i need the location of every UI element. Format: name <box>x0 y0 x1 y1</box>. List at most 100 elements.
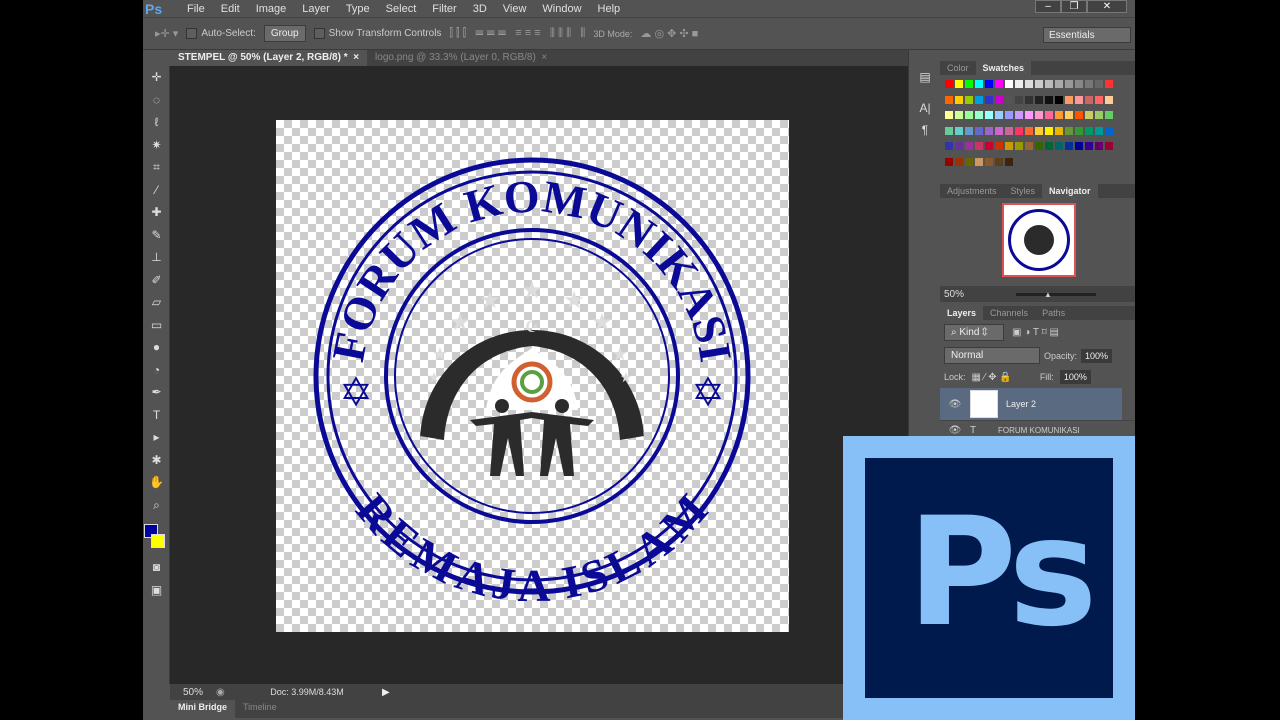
menu-help[interactable]: Help <box>590 3 629 15</box>
swatch[interactable] <box>1044 125 1054 136</box>
show-transform-checkbox[interactable]: Show Transform Controls <box>313 27 441 39</box>
swatch[interactable] <box>1064 110 1074 120</box>
tab-adjustments[interactable]: Adjustments <box>940 184 1004 198</box>
swatch[interactable] <box>1064 141 1074 151</box>
zoom-level[interactable]: 50% <box>170 687 216 698</box>
visibility-eye-icon[interactable]: 👁 <box>940 399 970 410</box>
swatch[interactable] <box>964 125 974 136</box>
swatch[interactable] <box>1104 141 1114 151</box>
swatch[interactable] <box>944 141 954 151</box>
swatch[interactable] <box>964 110 974 120</box>
swatch[interactable] <box>1034 110 1044 120</box>
marquee-tool-icon[interactable]: ◌ <box>143 89 170 112</box>
stamp-tool-icon[interactable]: ⊥ <box>143 246 170 269</box>
tab-stempel[interactable]: STEMPEL @ 50% (Layer 2, RGB/8) * × <box>170 50 368 66</box>
swatch[interactable] <box>1014 125 1024 136</box>
swatch[interactable] <box>1014 79 1024 89</box>
brush-tool-icon[interactable]: ✎ <box>143 224 170 247</box>
layer-row[interactable]: 👁 Layer 2 <box>940 388 1122 420</box>
navigator-view-box[interactable] <box>1002 203 1076 277</box>
layer-name[interactable]: Layer 2 <box>1006 399 1036 409</box>
layer-kind-filter[interactable]: ⌕ Kind ⇕ <box>944 324 1004 341</box>
swatch[interactable] <box>944 156 954 167</box>
3d-mode-icons[interactable]: ☁ ◎ ✥ ✣ ■ <box>640 27 698 40</box>
swatch[interactable] <box>974 125 984 136</box>
tab-color[interactable]: Color <box>940 61 976 75</box>
lock-icons[interactable]: ▦ ⁄ ✥ 🔒 <box>972 372 1012 383</box>
tab-logo[interactable]: logo.png @ 33.3% (Layer 0, RGB/8) × <box>367 50 555 66</box>
swatch[interactable] <box>944 79 954 89</box>
swatch[interactable] <box>994 79 1004 89</box>
swatch[interactable] <box>994 125 1004 136</box>
align-icons[interactable]: ⫿ ⫿ ⫿ ☰ ☰ ☰ ≡ ≡ ≡ ⫼ ⫼ ⫼ ⫼ <box>449 27 585 40</box>
swatch[interactable] <box>944 94 954 105</box>
swatch[interactable] <box>1084 79 1094 89</box>
lasso-tool-icon[interactable]: ℓ <box>143 111 170 134</box>
layer-name[interactable]: FORUM KOMUNIKASI <box>998 426 1080 435</box>
swatch[interactable] <box>1054 125 1064 136</box>
blend-mode-dropdown[interactable]: Normal <box>944 347 1040 364</box>
swatch[interactable] <box>1094 141 1104 151</box>
shape-tool-icon[interactable]: ✱ <box>143 449 170 472</box>
menu-filter[interactable]: Filter <box>424 3 464 15</box>
swatch[interactable] <box>944 125 954 136</box>
close-icon[interactable]: × <box>353 52 359 63</box>
swatch[interactable] <box>1024 94 1034 105</box>
swatch[interactable] <box>984 110 994 120</box>
swatch[interactable] <box>984 125 994 136</box>
menu-layer[interactable]: Layer <box>294 3 338 15</box>
swatch[interactable] <box>1044 79 1054 89</box>
swatch[interactable] <box>954 79 964 89</box>
close-icon[interactable]: × <box>541 52 547 63</box>
swatch[interactable] <box>1064 79 1074 89</box>
blur-icon[interactable]: ● <box>143 336 170 359</box>
swatch[interactable] <box>1064 94 1074 105</box>
auto-select-dropdown[interactable]: Group <box>263 25 306 42</box>
close-button[interactable]: ✕ <box>1087 0 1127 13</box>
navigator-preview[interactable] <box>940 198 1135 286</box>
swatch[interactable] <box>1054 79 1064 89</box>
tab-timeline[interactable]: Timeline <box>235 700 285 718</box>
swatch[interactable] <box>1104 94 1114 105</box>
menu-file[interactable]: File <box>179 3 213 15</box>
swatch[interactable] <box>954 156 964 167</box>
minimize-button[interactable]: – <box>1035 0 1061 13</box>
swatch[interactable] <box>964 141 974 151</box>
swatch[interactable] <box>1004 110 1014 120</box>
swatch[interactable] <box>984 79 994 89</box>
swatch[interactable] <box>964 156 974 167</box>
history-brush-icon[interactable]: ✐ <box>143 269 170 292</box>
canvas-area[interactable]: FORUM KOMUNIKASI REMAJA ISLAM ✡ ✡ ★★★ <box>170 66 908 684</box>
swatch[interactable] <box>964 79 974 89</box>
background-color[interactable] <box>151 534 165 548</box>
healing-brush-icon[interactable]: ✚ <box>143 201 170 224</box>
swatch[interactable] <box>1094 79 1104 89</box>
swatch[interactable] <box>964 94 974 105</box>
magic-wand-icon[interactable]: ✷ <box>143 134 170 157</box>
swatch[interactable] <box>1074 125 1084 136</box>
tab-swatches[interactable]: Swatches <box>975 61 1032 75</box>
dodge-icon[interactable]: ◔ <box>143 359 170 382</box>
hand-tool-icon[interactable]: ✋ <box>143 471 170 494</box>
swatch[interactable] <box>1044 141 1054 151</box>
tab-styles[interactable]: Styles <box>1004 184 1043 198</box>
swatch[interactable] <box>944 110 954 120</box>
menu-select[interactable]: Select <box>378 3 425 15</box>
type-tool-icon[interactable]: T <box>143 404 170 427</box>
swatch[interactable] <box>1054 141 1064 151</box>
swatch[interactable] <box>1084 141 1094 151</box>
swatch[interactable] <box>1094 125 1104 136</box>
swatch[interactable] <box>1014 141 1024 151</box>
history-icon[interactable]: ▤ <box>909 66 941 89</box>
swatch[interactable] <box>994 141 1004 151</box>
workspace-dropdown[interactable]: Essentials <box>1043 27 1131 43</box>
restore-button[interactable]: ❐ <box>1061 0 1087 13</box>
navigator-zoom[interactable]: 50% <box>944 289 994 300</box>
swatch[interactable] <box>1094 110 1104 120</box>
menu-3d[interactable]: 3D <box>465 3 495 15</box>
swatch[interactable] <box>1074 110 1084 120</box>
filter-icons[interactable]: ▣ ◑ T ⌑ ▤ <box>1012 327 1059 338</box>
swatch[interactable] <box>994 156 1004 167</box>
swatch[interactable] <box>984 156 994 167</box>
menu-window[interactable]: Window <box>534 3 589 15</box>
